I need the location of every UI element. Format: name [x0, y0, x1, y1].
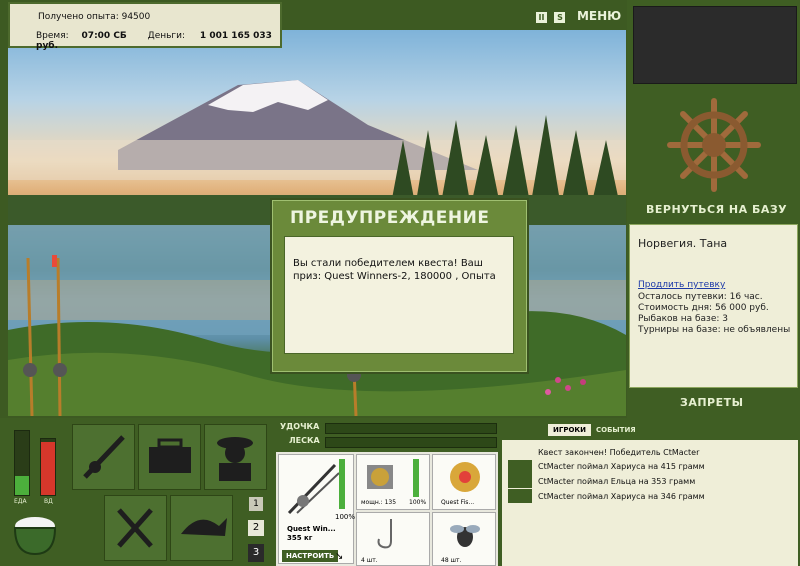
reel-power: мощн.: 135 [361, 499, 397, 506]
time-value: 07:00 СБ [81, 31, 127, 41]
experience-text: Получено опыта: 94500 [38, 12, 151, 22]
warning-dialog: ПРЕДУПРЕЖДЕНИЕ Вы стали победителем квес… [270, 198, 529, 374]
tackle-box-icon [149, 438, 191, 473]
reel-icon [367, 465, 393, 489]
rod-durability-bar [339, 459, 345, 509]
tournaments-status: Турниры на базе: не объявлены [638, 325, 791, 335]
dialog-title: ПРЕДУПРЕЖДЕНИЕ [290, 208, 490, 228]
line-tension-bar [325, 437, 497, 448]
tab-players[interactable]: ИГРОКИ [548, 424, 591, 436]
menu-button[interactable]: МЕНЮ [577, 9, 621, 23]
bans-button[interactable]: ЗАПРЕТЫ [680, 396, 744, 409]
list-item: CtMacter поймал Ельца на 353 грамм [538, 477, 696, 486]
ship-wheel-icon[interactable] [666, 97, 762, 197]
rod-weight: 355 кг [287, 534, 313, 542]
rod-tension-bar [325, 423, 497, 434]
extend-trip-link[interactable]: Продлить путевку [638, 280, 725, 290]
fishing-line-spool-icon [450, 462, 480, 492]
line-label: ЛЕСКА [289, 436, 320, 445]
rod-icon [83, 435, 125, 479]
fish-icon [508, 489, 532, 503]
hook-slot[interactable]: 4 шт. [356, 512, 430, 566]
line-slot[interactable]: Quest Fis... [432, 454, 496, 510]
location-info: Норвегия. Тана Продлить путевку Осталось… [629, 224, 798, 388]
minimap-box [633, 6, 797, 84]
arrow-icon: ↘ [335, 551, 344, 562]
money-label: Деньги: [147, 31, 186, 41]
page-3-button[interactable]: 3 [248, 544, 264, 562]
page-2-button[interactable]: 2 [248, 520, 264, 536]
line-name: Quest Fis... [441, 499, 475, 506]
rod-name: Quest Win... [287, 525, 336, 533]
page-1-button[interactable]: 1 [249, 497, 263, 511]
cauldron-icon[interactable] [10, 508, 60, 562]
list-item: CtMacter поймал Хариуса на 415 грамм [538, 462, 705, 471]
fly-icon [450, 525, 480, 547]
bait-slot[interactable]: 48 шт. [432, 512, 496, 566]
list-item: CtMacter поймал Хариуса на 346 грамм [538, 492, 705, 501]
fatigue-bar-fill [41, 441, 55, 495]
fork-knife-icon [117, 508, 153, 548]
fish-icon [508, 474, 532, 488]
rod-assembly-icon [287, 463, 340, 515]
hook-count: 4 шт. [361, 557, 378, 564]
fishers-count: Рыбаков на базе: 3 [638, 314, 728, 324]
day-cost: Стоимость дня: 56 000 руб. [638, 303, 769, 313]
hook-icon [377, 519, 392, 549]
rods-tile[interactable] [72, 424, 135, 490]
rod-label: УДОЧКА [280, 422, 320, 431]
bait-count: 48 шт. [441, 557, 462, 564]
reel-percent: 100% [409, 499, 427, 506]
fish-icon [181, 518, 227, 536]
reel-slot[interactable]: мощн.: 135 100% [356, 454, 430, 510]
fatigue-label: ВД [44, 498, 53, 505]
tackle-box-tile[interactable] [138, 424, 201, 490]
tab-events[interactable]: СОБЫТИЯ [596, 426, 636, 434]
fatigue-bar [40, 438, 56, 496]
fish-icon [508, 460, 532, 474]
pause-button[interactable]: II [536, 12, 547, 23]
dialog-body[interactable]: Вы стали победителем квеста! Ваш приз: Q… [284, 236, 514, 354]
return-base-button[interactable]: ВЕРНУТЬСЯ НА БАЗУ [646, 203, 787, 216]
food-bar-fill [15, 475, 29, 495]
top-controls: II S МЕНЮ [536, 9, 621, 23]
food-tile[interactable] [104, 495, 167, 561]
player-status-panel: Получено опыта: 94500 Время: 07:00 СБ Де… [8, 2, 282, 51]
fish-cage-tile[interactable] [170, 495, 233, 561]
reel-durability-bar [413, 459, 419, 497]
time-label: Время: [36, 31, 69, 41]
trip-left: Осталось путевки: 16 час. [638, 292, 763, 302]
dialog-message: Вы стали победителем квеста! Ваш приз: Q… [293, 258, 496, 282]
food-bar [14, 430, 30, 496]
rod-slot[interactable]: 100% Quest Win... 355 кг НАСТРОИТЬ ↘ [278, 454, 356, 564]
rod-percent: 100% [335, 513, 356, 521]
setup-button[interactable]: НАСТРОИТЬ [282, 550, 339, 562]
sound-button[interactable]: S [554, 12, 566, 23]
location-name: Норвегия. Тана [638, 237, 728, 250]
fisherman-icon [217, 437, 253, 481]
quest-finished-text: Квест закончен! Победитель CtMacter [538, 448, 700, 457]
food-label: ЕДА [14, 498, 27, 505]
event-log: Квест закончен! Победитель CtMacter CtMa… [502, 440, 798, 566]
character-tile[interactable] [204, 424, 267, 490]
